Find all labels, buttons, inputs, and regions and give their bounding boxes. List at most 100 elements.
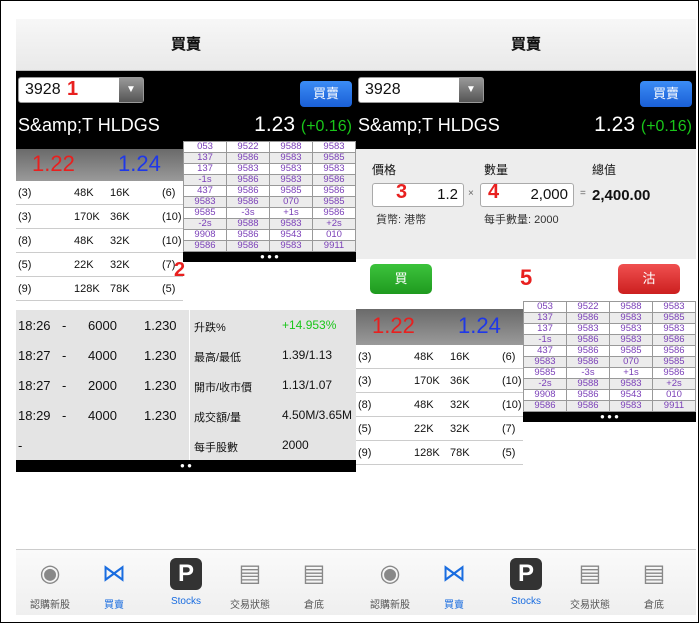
stat-label: 開市/收市價: [194, 382, 253, 394]
broker-cell: 9583: [523, 356, 567, 368]
grid-row: 137 9586 9583 9585: [523, 312, 696, 324]
chevron-down-icon: ▼: [119, 78, 143, 102]
tab-3[interactable]: ▤ 交易狀態: [216, 550, 284, 616]
grid-row: 9585 -3s +1s 9586: [183, 207, 356, 219]
trade-button[interactable]: 買賣: [300, 81, 352, 107]
price-input[interactable]: 1.2: [372, 183, 464, 207]
trade-cell: 18:26: [18, 318, 51, 333]
tab-label: 認購新股: [370, 600, 410, 611]
trade-cell: 6000: [88, 318, 117, 333]
p-logo-icon: P: [510, 558, 542, 590]
broker-cell: 9583: [566, 323, 610, 335]
broker-cell: -2s: [523, 378, 567, 390]
broker-cell: 9583: [652, 323, 696, 335]
order-queue: (3) 48K 16K (6) (3) 170K 36K (10) (8) 48K 32K (10)(…: [356, 345, 523, 465]
stat-row: 升跌% +14.953%: [189, 310, 356, 340]
tab-bar: ◉ 認購新股 ⋈ 買賣 P Stocks ▤ 交易狀態 ▤ 倉底 ◉ 認購新股 ⋈ 買賣 P Stocks ▤ 交…: [16, 549, 696, 615]
broker-cell: +1s: [609, 367, 653, 379]
price-label: 價格: [372, 163, 397, 177]
trade-cell-group: 18:29- 4000 1.230: [16, 400, 189, 430]
broker-cell: -1s: [183, 174, 227, 186]
queue-row: (3) 170K 36K (10): [356, 369, 523, 393]
queue-cell: 78K: [450, 447, 470, 459]
broker-cell: 9586: [566, 345, 610, 357]
queue-cell: (6): [502, 351, 516, 363]
queue-cell: (3): [358, 351, 372, 363]
buy-button[interactable]: 買: [370, 264, 432, 294]
queue-cell: (5): [502, 447, 516, 459]
tab-1[interactable]: ⋈ 買賣: [80, 550, 148, 616]
eye-icon: ◉: [379, 560, 401, 587]
page-dots: ● ● ●: [260, 252, 279, 261]
broker-cell: 9586: [226, 240, 270, 252]
broker-cell: 010: [652, 389, 696, 401]
broker-cell: 9586: [312, 207, 356, 219]
broker-cell: 9583: [269, 174, 313, 186]
trade-row: 18:27- 2000 1.230 開市/收市價 1.13/1.07: [16, 370, 356, 400]
stat-label: 每手股數: [194, 442, 238, 454]
stat-label: 最高/最低: [194, 352, 242, 364]
broker-cell: 9908: [183, 229, 227, 241]
stock-code-select[interactable]: 3928 ▼: [358, 77, 484, 103]
broker-cell: 9586: [226, 152, 270, 164]
broker-cell: 070: [609, 356, 653, 368]
broker-cell: 9585: [312, 196, 356, 208]
p-logo-icon: P: [170, 558, 202, 590]
grid-row: 137 9583 9583 9583: [183, 163, 356, 175]
page-title: 買賣: [16, 19, 356, 71]
tab-4[interactable]: ▤ 倉底: [280, 550, 348, 616]
broker-cell: 9588: [226, 218, 270, 230]
broker-cell: +1s: [269, 207, 313, 219]
queue-cell: (10): [502, 375, 522, 387]
tab-3[interactable]: ▤ 交易狀態: [556, 550, 624, 616]
stat-label: 升跌%: [194, 322, 226, 334]
stat-value: 4.50M/3.65M: [282, 408, 353, 422]
tab-2[interactable]: P Stocks: [152, 550, 220, 616]
grid-row: 137 9586 9583 9585: [183, 152, 356, 164]
stock-name: S&amp;T HLDGS: [358, 115, 500, 135]
tab-4[interactable]: ▤ 倉底: [620, 550, 688, 616]
trade-row: 18:27- 4000 1.230 最高/最低 1.39/1.13: [16, 340, 356, 370]
broker-cell: 9911: [312, 240, 356, 252]
quote-header: 3928 1 ▼ 買賣 S&amp;T HLDGS 1.23 (+0.16): [16, 71, 356, 149]
tab-0[interactable]: ◉ 認購新股: [16, 550, 84, 616]
tab-0[interactable]: ◉ 認購新股: [356, 550, 424, 616]
bid-price: 1.22: [32, 151, 75, 176]
queue-cell: (7): [502, 423, 516, 435]
queue-row: (3) 48K 16K (6): [16, 181, 183, 205]
broker-cell: 9583: [609, 334, 653, 346]
total-label: 總值: [592, 163, 617, 177]
stock-code-select[interactable]: 3928 1 ▼: [18, 77, 144, 103]
queue-row: (3) 48K 16K (6): [356, 345, 523, 369]
broker-queue-grid: 053 9522 9588 9583 137 9586 9583 9585 137 9583 958…: [183, 141, 356, 262]
trade-cell: -: [18, 438, 23, 453]
trade-cell: 1.230: [144, 348, 177, 363]
broker-cell: 9586: [312, 185, 356, 197]
trade-cell: 18:27: [18, 378, 51, 393]
grid-row: -2s 9588 9583 +2s: [183, 218, 356, 230]
grid-row: 137 9583 9583 9583: [523, 323, 696, 335]
queue-cell: 32K: [110, 259, 130, 271]
stat-row: 成交額/量 4.50M/3.65M: [189, 400, 356, 430]
tab-2[interactable]: P Stocks: [492, 550, 560, 616]
bow-icon: ⋈: [102, 560, 126, 587]
tab-1[interactable]: ⋈ 買賣: [420, 550, 488, 616]
sell-button[interactable]: 沽: [618, 264, 680, 294]
quantity-input-value: 2,000: [530, 186, 568, 203]
broker-cell: 9583: [312, 163, 356, 175]
broker-cell: 9585: [269, 185, 313, 197]
order-entry: 價格 數量 總值 1.2 3 × 2,000 4 = 2,400.00 貨幣: …: [356, 149, 696, 259]
chevron-down-icon: ▼: [459, 78, 483, 102]
broker-cell: 9588: [609, 301, 653, 313]
trade-button[interactable]: 買賣: [640, 81, 692, 107]
eye-icon: ◉: [39, 560, 61, 587]
total-value: 2,400.00: [592, 187, 651, 204]
broker-cell: 9522: [566, 301, 610, 313]
broker-cell: 9583: [269, 163, 313, 175]
trade-cell: 2000: [88, 378, 117, 393]
queue-cell: 170K: [74, 211, 100, 223]
broker-cell: 9586: [566, 356, 610, 368]
right-panel: 買賣 3928 ▼ 買賣 S&amp;T HLDGS 1.23 (+0.16) …: [356, 19, 696, 519]
trade-cell: -: [62, 318, 67, 333]
broker-cell: 9585: [183, 207, 227, 219]
